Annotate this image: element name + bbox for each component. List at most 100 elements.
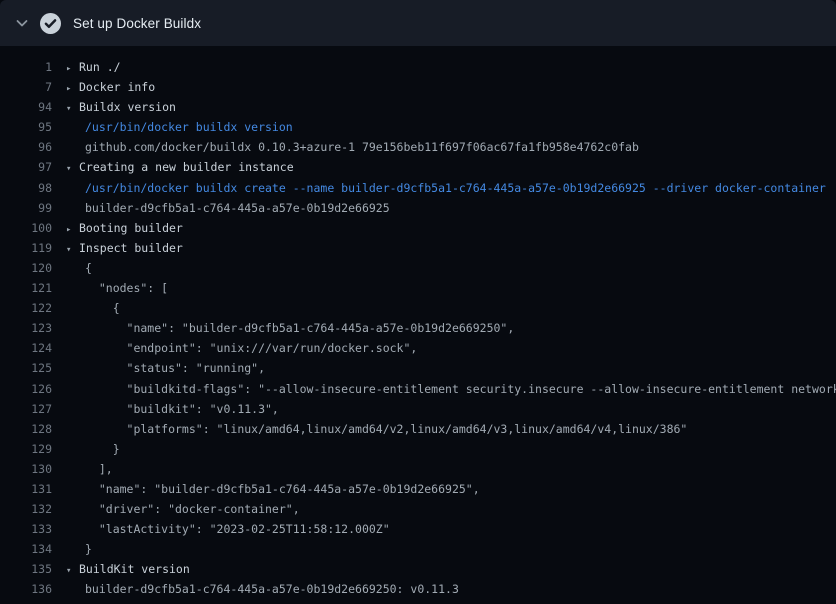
log-lines: 1▸Run ./7▸Docker info94▾Buildx version95… [0,46,836,600]
line-number[interactable]: 119 [0,238,52,258]
line-number[interactable]: 131 [0,479,52,499]
log-row: 99 builder-d9cfb5a1-c764-445a-a57e-0b19d2… [0,198,836,218]
output-text: "lastActivity": "2023-02-25T11:58:12.000… [85,519,390,539]
group-line[interactable]: ▾Buildx version [66,97,176,117]
output-text: "driver": "docker-container", [85,499,300,519]
chevron-down-icon[interactable] [13,14,31,32]
line-number[interactable]: 134 [0,539,52,559]
log-row: 135 ▾BuildKit version [0,559,836,579]
group-title[interactable]: Buildx version [79,100,176,114]
output-text: } [85,439,120,459]
log-row: 119 ▾Inspect builder [0,238,836,258]
log-row: 124 "endpoint": "unix:///var/run/docker.… [0,338,836,358]
step-title: Set up Docker Buildx [73,16,201,31]
line-number[interactable]: 1 [0,57,52,77]
output-text: builder-d9cfb5a1-c764-445a-a57e-0b19d2e6… [85,579,459,599]
log-row: 97 ▾Creating a new builder instance [0,157,836,177]
log-row: 131 "name": "builder-d9cfb5a1-c764-445a-… [0,479,836,499]
output-text: github.com/docker/buildx 0.10.3+azure-1 … [85,137,639,157]
log-row: 98/usr/bin/docker buildx create --name b… [0,178,836,198]
log-row: 127 "buildkit": "v0.11.3", [0,399,836,419]
line-number[interactable]: 132 [0,499,52,519]
command-text: /usr/bin/docker buildx version [85,117,293,137]
group-title[interactable]: Docker info [79,80,155,94]
log-row: 132 "driver": "docker-container", [0,499,836,519]
log-row: 126 "buildkitd-flags": "--allow-insecure… [0,379,836,399]
output-text: "platforms": "linux/amd64,linux/amd64/v2… [85,419,687,439]
line-number[interactable]: 128 [0,419,52,439]
group-line[interactable]: ▸Booting builder [66,218,183,238]
output-text: ], [85,459,113,479]
output-text: } [85,539,92,559]
line-number[interactable]: 120 [0,258,52,278]
line-number[interactable]: 133 [0,519,52,539]
log-row: 122 { [0,298,836,318]
group-line[interactable]: ▸Run ./ [66,57,121,77]
group-expanded-icon[interactable]: ▾ [66,99,79,117]
line-number[interactable]: 95 [0,117,52,137]
log-row: 130 ], [0,459,836,479]
output-text: "endpoint": "unix:///var/run/docker.sock… [85,338,417,358]
line-number[interactable]: 126 [0,379,52,399]
line-number[interactable]: 99 [0,198,52,218]
group-collapsed-icon[interactable]: ▸ [66,79,79,97]
output-text: builder-d9cfb5a1-c764-445a-a57e-0b19d2e6… [85,198,390,218]
group-title[interactable]: Run ./ [79,60,121,74]
group-expanded-icon[interactable]: ▾ [66,561,79,579]
log-row: 1 ▸Run ./ [0,57,836,77]
group-collapsed-icon[interactable]: ▸ [66,59,79,77]
group-expanded-icon[interactable]: ▾ [66,159,79,177]
line-number[interactable]: 100 [0,218,52,238]
group-line[interactable]: ▸Docker info [66,77,155,97]
line-number[interactable]: 97 [0,157,52,177]
line-number[interactable]: 94 [0,97,52,117]
output-text: { [85,298,120,318]
line-number[interactable]: 122 [0,298,52,318]
line-number[interactable]: 7 [0,77,52,97]
log-row: 121 "nodes": [ [0,278,836,298]
log-row: 134} [0,539,836,559]
line-number[interactable]: 125 [0,358,52,378]
group-title[interactable]: BuildKit version [79,562,190,576]
output-text: "buildkit": "v0.11.3", [85,399,279,419]
output-text: "buildkitd-flags": "--allow-insecure-ent… [85,379,836,399]
group-line[interactable]: ▾Inspect builder [66,238,183,258]
log-row: 123 "name": "builder-d9cfb5a1-c764-445a-… [0,318,836,338]
log-row: 125 "status": "running", [0,358,836,378]
log-row: 95/usr/bin/docker buildx version [0,117,836,137]
group-line[interactable]: ▾BuildKit version [66,559,190,579]
output-text: "name": "builder-d9cfb5a1-c764-445a-a57e… [85,318,514,338]
line-number[interactable]: 124 [0,338,52,358]
group-title[interactable]: Creating a new builder instance [79,160,294,174]
log-row: 136 builder-d9cfb5a1-c764-445a-a57e-0b19d… [0,579,836,599]
log-row: 129 } [0,439,836,459]
line-number[interactable]: 96 [0,137,52,157]
log-row: 96 github.com/docker/buildx 0.10.3+azure-… [0,137,836,157]
line-number[interactable]: 130 [0,459,52,479]
group-line[interactable]: ▾Creating a new builder instance [66,157,294,177]
log-row: 7 ▸Docker info [0,77,836,97]
line-number[interactable]: 135 [0,559,52,579]
line-number[interactable]: 127 [0,399,52,419]
group-title[interactable]: Inspect builder [79,241,183,255]
line-number[interactable]: 129 [0,439,52,459]
check-circle-icon [40,13,61,34]
step-header[interactable]: Set up Docker Buildx [0,0,836,46]
group-collapsed-icon[interactable]: ▸ [66,220,79,238]
line-number[interactable]: 136 [0,579,52,599]
output-text: "name": "builder-d9cfb5a1-c764-445a-a57e… [85,479,480,499]
line-number[interactable]: 121 [0,278,52,298]
group-expanded-icon[interactable]: ▾ [66,240,79,258]
group-title[interactable]: Booting builder [79,221,183,235]
line-number[interactable]: 98 [0,178,52,198]
log-row: 120 { [0,258,836,278]
output-text: { [85,258,92,278]
output-text: "status": "running", [85,358,265,378]
log-row: 133 "lastActivity": "2023-02-25T11:58:12… [0,519,836,539]
command-text: /usr/bin/docker buildx create --name bui… [85,178,826,198]
log-row: 128 "platforms": "linux/amd64,linux/amd6… [0,419,836,439]
log-row: 94 ▾Buildx version [0,97,836,117]
log-row: 100 ▸Booting builder [0,218,836,238]
line-number[interactable]: 123 [0,318,52,338]
output-text: "nodes": [ [85,278,168,298]
